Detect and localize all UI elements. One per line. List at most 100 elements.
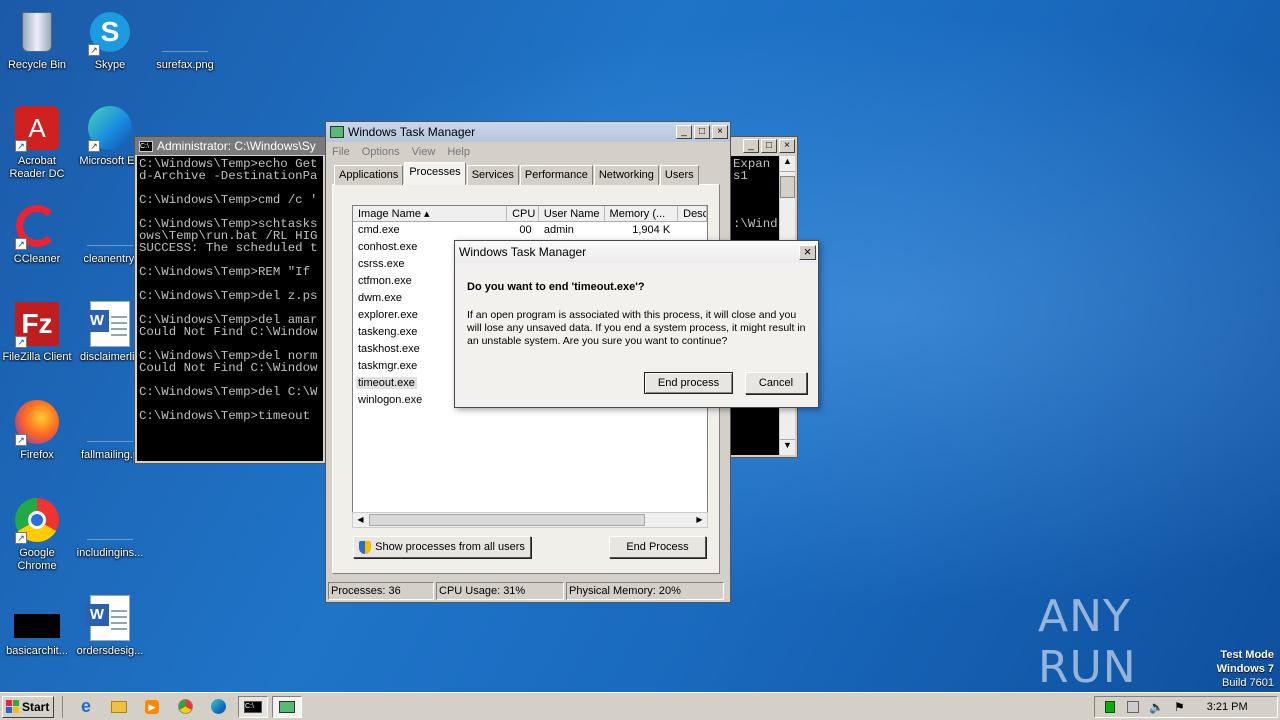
column-header[interactable]: Desc bbox=[678, 206, 707, 221]
column-header[interactable]: User Name bbox=[539, 206, 605, 221]
status-memory: Physical Memory: 20% bbox=[566, 582, 724, 600]
cmd-window[interactable]: C:\ Administrator: C:\Windows\Sy C:\Wind… bbox=[134, 136, 326, 464]
edge-icon: ↗ bbox=[86, 104, 134, 152]
task-manager-title: Windows Task Manager bbox=[348, 125, 476, 139]
image-file-icon bbox=[161, 8, 209, 56]
media-player-icon[interactable]: ▶ bbox=[139, 696, 165, 718]
action-center-icon[interactable] bbox=[1127, 701, 1139, 713]
process-row[interactable]: cmd.exe 00 admin 1,904 K bbox=[353, 222, 707, 239]
show-all-users-button[interactable]: Show processes from all users bbox=[353, 536, 531, 558]
tab-performance[interactable]: Performance bbox=[519, 165, 593, 185]
column-header[interactable]: Image Name ▴ bbox=[353, 206, 508, 221]
desktop-icon[interactable]: Wordersdesig... bbox=[73, 594, 147, 658]
desktop-icon-label: Recycle Bin bbox=[7, 59, 67, 71]
menu-item-file[interactable]: File bbox=[332, 146, 350, 158]
edge-icon[interactable] bbox=[205, 696, 231, 718]
close-icon[interactable]: × bbox=[712, 125, 728, 139]
confirm-end-process-button[interactable]: End process bbox=[644, 372, 733, 394]
tab-applications[interactable]: Applications bbox=[334, 165, 404, 185]
confirm-dialog[interactable]: Windows Task Manager × Do you want to en… bbox=[454, 240, 819, 408]
cmd-output[interactable]: C:\Windows\Temp>echo Get d-Archive -Dest… bbox=[137, 156, 323, 461]
dialog-titlebar[interactable]: Windows Task Manager × bbox=[455, 241, 818, 263]
menu-item-options[interactable]: Options bbox=[362, 146, 400, 158]
desktop-icon-label: Skype bbox=[94, 59, 126, 71]
cmd-title: Administrator: C:\Windows\Sy bbox=[157, 139, 316, 153]
word-doc-icon: W bbox=[85, 300, 134, 348]
tab-services[interactable]: Services bbox=[466, 165, 519, 185]
desktop-icon-label: Google Chrome bbox=[17, 547, 57, 572]
process-cell: 1,904 K bbox=[632, 224, 671, 236]
desktop-icon[interactable]: Recycle Bin bbox=[0, 8, 74, 72]
tab-strip: Applications Processes Services Performance… bbox=[334, 162, 700, 185]
scroll-down-icon[interactable]: ▼ bbox=[780, 439, 795, 455]
task-manager-icon bbox=[330, 126, 344, 138]
desktop-icon-label: ordersdesig... bbox=[76, 645, 144, 657]
start-button[interactable]: Start bbox=[2, 695, 54, 718]
desktop-icon[interactable]: ↗ Google Chrome bbox=[0, 496, 74, 573]
desktop-icon[interactable]: ↗ Firefox bbox=[0, 398, 74, 462]
anyrun-watermark: ANY RUN bbox=[1038, 591, 1137, 693]
maximize-icon[interactable]: □ bbox=[694, 125, 710, 139]
scroll-thumb[interactable] bbox=[780, 176, 795, 198]
flag-icon[interactable]: ⚑ bbox=[1174, 700, 1185, 714]
desktop-icon[interactable]: includingins... bbox=[73, 496, 147, 560]
desktop-icon[interactable]: surefax.png bbox=[148, 8, 222, 72]
maximize-icon[interactable]: □ bbox=[761, 139, 777, 153]
desktop-icon[interactable]: Fz ↗ FileZilla Client bbox=[0, 300, 74, 364]
tab-networking[interactable]: Networking bbox=[593, 165, 659, 185]
cmd-icon: C:\ bbox=[139, 140, 153, 152]
file-icon bbox=[13, 594, 61, 642]
column-header[interactable]: Memory (... bbox=[605, 206, 679, 221]
skype-icon: S ↗ bbox=[86, 8, 134, 56]
process-cell bbox=[678, 222, 707, 239]
tab-users[interactable]: Users bbox=[659, 165, 699, 185]
process-cell: 00 bbox=[519, 224, 532, 236]
ie-icon[interactable]: e bbox=[73, 696, 99, 718]
taskmgr-taskbar-icon[interactable] bbox=[272, 695, 302, 718]
menu-item-help[interactable]: Help bbox=[447, 146, 470, 158]
file-icon bbox=[86, 202, 134, 250]
acrobat-icon: A ↗ bbox=[13, 104, 61, 152]
word-doc-icon: W bbox=[85, 594, 134, 642]
volume-icon[interactable]: 🔈 bbox=[1149, 700, 1164, 714]
cancel-button[interactable]: Cancel bbox=[745, 372, 807, 394]
explorer-icon[interactable] bbox=[106, 696, 132, 718]
hscroll-thumb[interactable] bbox=[369, 514, 645, 526]
desktop-icon-label: CCleaner bbox=[13, 253, 61, 265]
dialog-heading: Do you want to end 'timeout.exe'? bbox=[467, 281, 645, 293]
desktop-icon[interactable]: S ↗ Skype bbox=[73, 8, 147, 72]
taskbar: Start e ▶ C:\ 🔈 ⚑ 3:21 PM bbox=[0, 692, 1280, 720]
chrome-icon[interactable] bbox=[172, 696, 198, 718]
close-icon[interactable]: × bbox=[779, 139, 795, 153]
task-manager-titlebar[interactable]: Windows Task Manager _ □ × bbox=[326, 122, 730, 142]
menu-bar: File Options View Help bbox=[326, 142, 730, 162]
minimize-icon[interactable]: _ bbox=[676, 125, 692, 139]
desktop-icon-label: basicarchit... bbox=[6, 645, 68, 657]
close-icon[interactable]: × bbox=[799, 244, 816, 260]
desktop-icon-label: surefax.png bbox=[156, 59, 214, 71]
tab-processes[interactable]: Processes bbox=[404, 162, 466, 185]
desktop-icon-label: includingins... bbox=[76, 547, 144, 559]
process-cell: cmd.exe bbox=[358, 224, 400, 236]
menu-item-view[interactable]: View bbox=[412, 146, 436, 158]
cmd-titlebar[interactable]: C:\ Administrator: C:\Windows\Sy bbox=[135, 137, 325, 155]
column-header[interactable]: CPU bbox=[507, 206, 539, 221]
minimize-icon[interactable]: _ bbox=[743, 139, 759, 153]
clock[interactable]: 3:21 PM bbox=[1207, 701, 1248, 713]
firefox-icon: ↗ bbox=[13, 398, 61, 446]
scroll-left-icon[interactable]: ◀ bbox=[353, 513, 368, 527]
desktop-icon[interactable]: ↗ CCleaner bbox=[0, 202, 74, 266]
desktop-icon[interactable]: A ↗ Acrobat Reader DC bbox=[0, 104, 74, 181]
recycle-bin-icon bbox=[13, 8, 61, 56]
horizontal-scrollbar[interactable]: ◀ ▶ bbox=[352, 512, 708, 528]
scroll-right-icon[interactable]: ▶ bbox=[692, 513, 707, 527]
taskbar-divider bbox=[62, 695, 63, 718]
cmd-taskbar-icon[interactable]: C:\ bbox=[238, 695, 268, 718]
scroll-up-icon[interactable]: ▲ bbox=[780, 156, 795, 172]
dialog-body: Do you want to end 'timeout.exe'? If an … bbox=[456, 263, 817, 406]
desktop-icon[interactable]: basicarchit... bbox=[0, 594, 74, 658]
status-bar: Processes: 36 CPU Usage: 31% Physical Me… bbox=[328, 582, 728, 600]
status-processes: Processes: 36 bbox=[328, 582, 434, 600]
network-status-icon[interactable] bbox=[1105, 701, 1115, 713]
end-process-button[interactable]: End Process bbox=[609, 536, 706, 558]
